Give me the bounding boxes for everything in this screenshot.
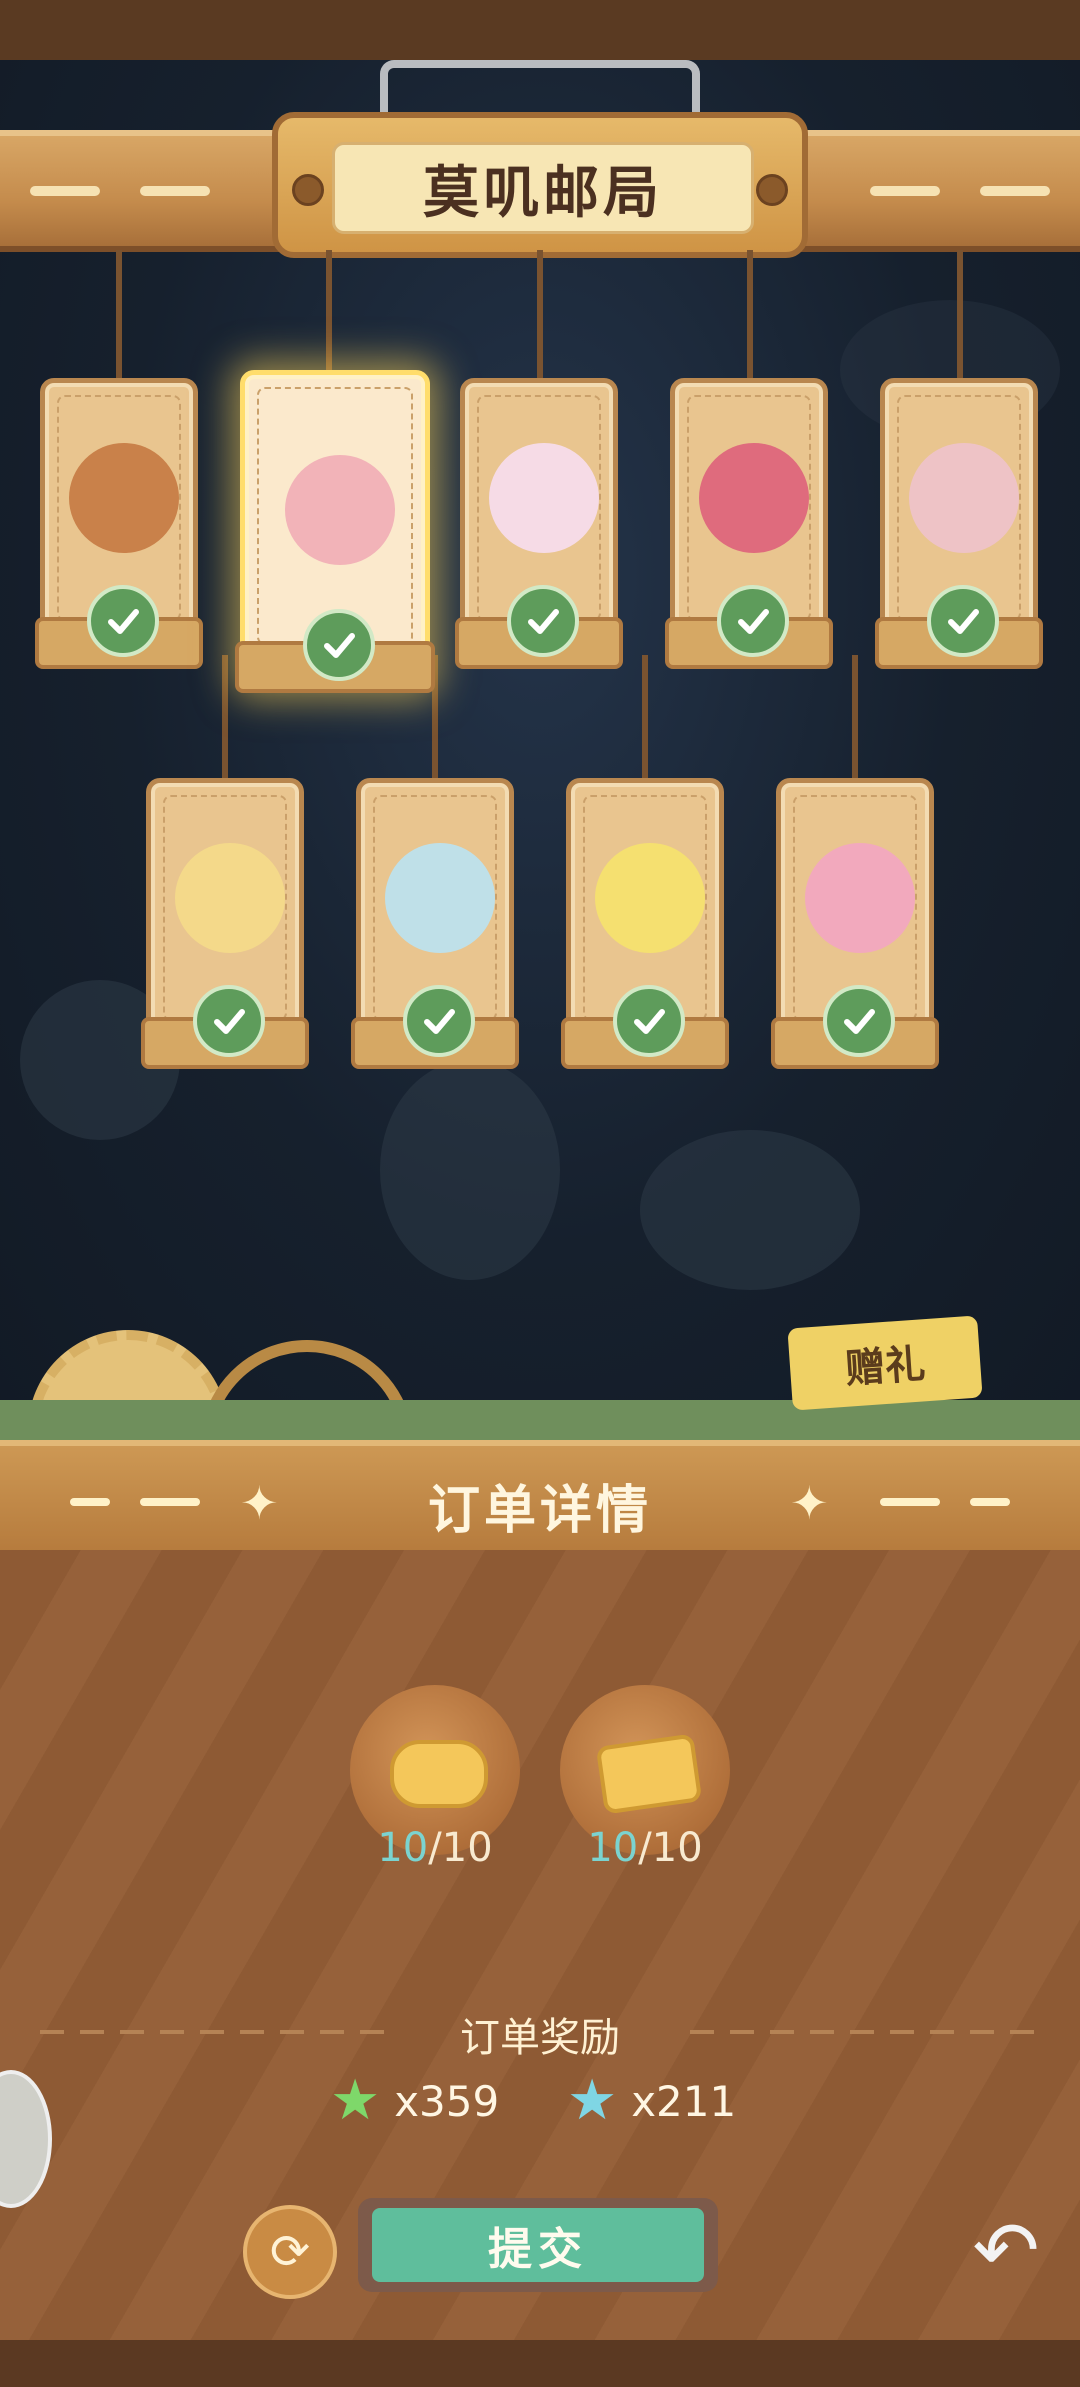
green-star-icon: ★ <box>330 2068 381 2133</box>
page-title: 莫叽邮局 <box>332 142 754 234</box>
scene-decoration <box>640 1130 860 1290</box>
rope <box>537 250 543 378</box>
character-card-pink-bunny[interactable] <box>455 378 623 669</box>
order-item-1-count: 10/10 <box>377 1825 493 1871</box>
check-icon <box>403 985 475 1057</box>
order-item-2-count: 10/10 <box>587 1825 703 1871</box>
check-icon <box>507 585 579 657</box>
check-icon <box>927 585 999 657</box>
nail-icon <box>292 174 324 206</box>
check-icon <box>303 609 375 681</box>
pink-bunny-portrait-icon <box>489 443 599 553</box>
back-button[interactable]: ↶ <box>956 2200 1056 2300</box>
character-card-pink-girl-bow[interactable] <box>771 778 939 1069</box>
order-details-header: ✦ 订单详情 ✦ <box>0 1440 1080 1562</box>
rope <box>957 250 963 378</box>
character-card-bubble-mouse[interactable] <box>351 778 519 1069</box>
reward-amount: x211 <box>631 2076 737 2126</box>
bottom-frame <box>0 2340 1080 2387</box>
refresh-icon: ⟳ <box>269 2224 311 2280</box>
character-card-yellow-hat-duck[interactable] <box>235 370 435 693</box>
rope <box>852 655 858 778</box>
check-icon <box>193 985 265 1057</box>
rope <box>747 250 753 378</box>
sparkle-icon: ✦ <box>790 1476 829 1530</box>
reward-amount: x359 <box>394 2076 500 2126</box>
divider <box>690 2030 1040 2034</box>
check-icon <box>717 585 789 657</box>
rope <box>642 655 648 778</box>
crowned-prince-portrait-icon <box>175 843 285 953</box>
character-card-red-cat[interactable] <box>665 378 833 669</box>
glasses-cat-portrait-icon <box>595 843 705 953</box>
ground-strip <box>0 1400 1080 1440</box>
order-reward-label: 订单奖励 <box>460 2015 620 2061</box>
nail-icon <box>756 174 788 206</box>
character-card-pink-dragon[interactable] <box>875 378 1043 669</box>
rope <box>222 655 228 778</box>
check-icon <box>823 985 895 1057</box>
submit-button[interactable]: 提交 <box>358 2198 718 2292</box>
blue-star-icon: ★ <box>567 2068 618 2133</box>
pastry-icon <box>390 1740 488 1808</box>
rope <box>326 250 332 370</box>
title-sign: 莫叽邮局 <box>272 112 808 258</box>
reward-blue-star: ★ x211 <box>567 2073 736 2129</box>
back-icon: ↶ <box>972 2203 1040 2297</box>
scarecrow-torch-portrait-icon <box>69 443 179 553</box>
refresh-button[interactable]: ⟳ <box>243 2205 337 2299</box>
bubble-mouse-portrait-icon <box>385 843 495 953</box>
pink-dragon-portrait-icon <box>909 443 1019 553</box>
gift-button-label: 赠礼 <box>843 1341 927 1393</box>
character-card-crowned-prince[interactable] <box>141 778 309 1069</box>
pink-girl-bow-portrait-icon <box>805 843 915 953</box>
rope <box>116 250 122 378</box>
cheese-icon <box>595 1733 703 1815</box>
scene-decoration <box>380 1060 560 1280</box>
character-card-glasses-cat[interactable] <box>561 778 729 1069</box>
check-icon <box>87 585 159 657</box>
check-icon <box>613 985 685 1057</box>
submit-label: 提交 <box>372 2208 704 2282</box>
yellow-hat-duck-portrait-icon <box>285 455 395 565</box>
top-frame <box>0 0 1080 60</box>
reward-green-star: ★ x359 <box>330 2073 499 2129</box>
gift-button[interactable]: 赠礼 <box>787 1315 983 1411</box>
sign-hook <box>380 60 700 120</box>
red-cat-portrait-icon <box>699 443 809 553</box>
character-card-scarecrow-torch[interactable] <box>35 378 203 669</box>
